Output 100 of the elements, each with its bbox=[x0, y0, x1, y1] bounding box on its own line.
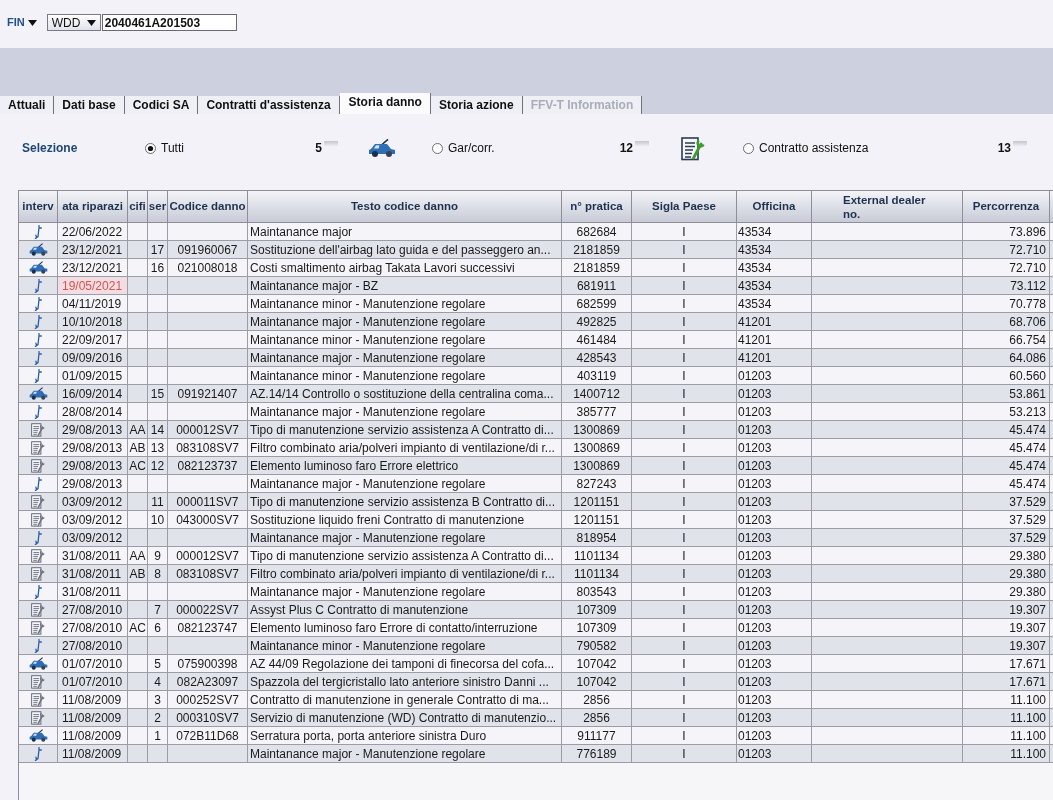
column-header[interactable]: interv bbox=[19, 191, 58, 222]
radio-option[interactable]: Gar/corr. bbox=[432, 139, 495, 157]
table-cell: 385777 bbox=[562, 403, 632, 420]
table-cell: 43534 bbox=[737, 277, 812, 294]
document-wrench-icon bbox=[31, 440, 45, 455]
column-header[interactable]: cifi bbox=[128, 191, 148, 222]
tool-icon bbox=[34, 476, 42, 491]
table-row[interactable]: 27/08/2010 Maintanance minor - Manutenzione regolare 790582 I 01203 19.307 bbox=[19, 637, 1053, 655]
table-row[interactable]: 31/08/2011 AA 9 000012SV7 Tipo di manutenzione servizio assistenza A Contratto di... 1101134 I 01203 29.380 bbox=[19, 547, 1053, 565]
tab[interactable]: Codici SA bbox=[124, 96, 199, 114]
table-cell: 60.560 bbox=[963, 367, 1050, 384]
table-cell: 11.100 bbox=[963, 691, 1050, 708]
prefix-select[interactable]: WDD bbox=[46, 14, 101, 31]
radio-option[interactable]: Contratto assistenza bbox=[743, 139, 869, 157]
table-cell: 043000SV7 bbox=[168, 511, 248, 528]
table-cell: 11.100 bbox=[963, 709, 1050, 726]
id-type-dropdown[interactable]: FIN bbox=[7, 14, 37, 31]
column-header[interactable]: ata riparazi bbox=[58, 191, 128, 222]
tab[interactable]: Storia azione bbox=[430, 96, 523, 114]
table-row[interactable]: 03/09/2012 11 000011SV7 Tipo di manutenzione servizio assistenza B Contratto di... 1201151 I 01203 37.529 bbox=[19, 493, 1053, 511]
table-row[interactable]: 11/08/2009 3 000252SV7 Contratto di manutenzione in generale Contratto di ma... 2856 I 01203 11.100 bbox=[19, 691, 1053, 709]
tab[interactable]: Attuali bbox=[0, 96, 55, 114]
table-row[interactable]: 03/09/2012 Maintanance major - Manutenzione regolare 818954 I 01203 37.529 bbox=[19, 529, 1053, 547]
table-row[interactable]: 22/09/2017 Maintanance minor - Manutenzione regolare 461484 I 41201 66.754 bbox=[19, 331, 1053, 349]
table-cell: 19.307 bbox=[963, 637, 1050, 654]
table-cell: Maintanance major - Manutenzione regolare bbox=[248, 583, 562, 600]
document-wrench-icon bbox=[31, 710, 45, 725]
table-cell: I bbox=[632, 511, 737, 528]
document-wrench-icon bbox=[31, 602, 45, 617]
table-cell: 1101134 bbox=[562, 547, 632, 564]
table-row[interactable]: 19/05/2021 Maintanance major - BZ 681911 I 43534 73.112 bbox=[19, 277, 1053, 295]
table-cell: I bbox=[632, 601, 737, 618]
vin-input-field[interactable]: 2040461A201503 bbox=[101, 14, 237, 31]
column-header[interactable]: Testo codice danno bbox=[248, 191, 562, 222]
table-row[interactable]: 31/08/2011 AB 8 083108SV7 Filtro combinato aria/polveri impianto di ventilazione/di r... 1101134 I 01203 29.380 bbox=[19, 565, 1053, 583]
table-cell: 403119 bbox=[562, 367, 632, 384]
table-row[interactable]: 29/08/2013 AC 12 082123737 Elemento luminoso faro Errore elettrico 1300869 I 01203 45.474 bbox=[19, 457, 1053, 475]
table-row[interactable]: 11/08/2009 1 072B11D68 Serratura porta, porta anteriore sinistra Duro 911177 I 01203 11.100 bbox=[19, 727, 1053, 745]
column-header[interactable]: Codice danno bbox=[168, 191, 248, 222]
caret-icon bbox=[86, 19, 96, 26]
table-row[interactable]: 09/09/2016 Maintanance major - Manutenzione regolare 428543 I 41201 64.086 bbox=[19, 349, 1053, 367]
table-row[interactable]: 03/09/2012 10 043000SV7 Sostituzione liquido freni Contratto di manutenzione 1201151 I 01203 37.529 bbox=[19, 511, 1053, 529]
table-row[interactable]: 29/08/2013 AB 13 083108SV7 Filtro combinato aria/polveri impianto di ventilazione/di r... 1300869 I 01203 45.474 bbox=[19, 439, 1053, 457]
table-row[interactable]: 31/08/2011 Maintanance major - Manutenzione regolare 803543 I 01203 29.380 bbox=[19, 583, 1053, 601]
table-cell: 41201 bbox=[737, 349, 812, 366]
table-row[interactable]: 01/07/2010 5 075900398 AZ 44/09 Regolazione dei tamponi di finecorsa del cofa... 107042 I 01203 17.671 bbox=[19, 655, 1053, 673]
table-row[interactable]: 11/08/2009 2 000310SV7 Servizio di manutenzione (WD) Contratto di manutenzio... 2856 I 01203 11.100 bbox=[19, 709, 1053, 727]
date-cell: 04/11/2019 bbox=[58, 295, 128, 312]
table-row[interactable]: 27/08/2010 7 000022SV7 Assyst Plus C Contratto di manutenzione 107309 I 01203 19.307 bbox=[19, 601, 1053, 619]
table-row[interactable]: 01/07/2010 4 082A23097 Spazzola del tergicristallo lato anteriore sinistro Danni ... 107042 I 01203 17.671 bbox=[19, 673, 1053, 691]
table-cell: 827243 bbox=[562, 475, 632, 492]
date-cell: 29/08/2013 bbox=[58, 421, 128, 438]
date-cell: 10/10/2018 bbox=[58, 313, 128, 330]
table-row[interactable]: 23/12/2021 17 091960067 Sostituzione dell'airbag lato guida e del passeggero an... 2181859 I 43534 72.710 bbox=[19, 241, 1053, 259]
date-cell: 03/09/2012 bbox=[58, 511, 128, 528]
tab[interactable]: Dati base bbox=[54, 96, 125, 114]
table-row[interactable]: 22/06/2022 Maintanance major 682684 I 43534 73.896 bbox=[19, 223, 1053, 241]
radio-option[interactable]: Tutti bbox=[145, 139, 184, 157]
tool-icon bbox=[34, 584, 42, 599]
table-cell: AB bbox=[128, 439, 148, 456]
column-header[interactable]: Sigla Paese bbox=[632, 191, 737, 222]
table-cell: 66.754 bbox=[963, 331, 1050, 348]
table-row[interactable]: 28/08/2014 Maintanance major - Manutenzione regolare 385777 I 01203 53.213 bbox=[19, 403, 1053, 421]
table-row[interactable]: 10/10/2018 Maintanance major - Manutenzione regolare 492825 I 41201 68.706 bbox=[19, 313, 1053, 331]
table-row[interactable]: 27/08/2010 AC 6 082123747 Elemento luminoso faro Errore di contatto/interruzione 107309 I 01203 19.307 bbox=[19, 619, 1053, 637]
column-header[interactable]: External dealer no. bbox=[812, 191, 963, 222]
table-row[interactable]: 04/11/2019 Maintanance minor - Manutenzione regolare 682599 I 43534 70.778 bbox=[19, 295, 1053, 313]
table-cell: Maintanance minor - Manutenzione regolare bbox=[248, 295, 562, 312]
table-cell: 11.100 bbox=[963, 727, 1050, 744]
table-cell: 53.861 bbox=[963, 385, 1050, 402]
table-cell: 37.529 bbox=[963, 493, 1050, 510]
document-wrench-icon bbox=[31, 512, 45, 527]
column-header[interactable]: Officina bbox=[737, 191, 812, 222]
tab[interactable]: Contratti d'assistenza bbox=[198, 96, 340, 114]
table-cell: 29.380 bbox=[963, 565, 1050, 582]
table-cell: I bbox=[632, 385, 737, 402]
table-row[interactable]: 23/12/2021 16 021008018 Costi smaltimento airbag Takata Lavori successivi 2181859 I 43534 72.710 bbox=[19, 259, 1053, 277]
column-header[interactable]: Percorrenza bbox=[963, 191, 1050, 222]
date-cell: 22/06/2022 bbox=[58, 223, 128, 240]
table-row[interactable]: 16/09/2014 15 091921407 AZ.14/14 Controllo o sostituzione della centralina coma... 1400712 I 01203 53.861 bbox=[19, 385, 1053, 403]
table-cell: 021008018 bbox=[168, 259, 248, 276]
table-cell: 091921407 bbox=[168, 385, 248, 402]
tool-icon bbox=[34, 332, 42, 347]
table-row[interactable]: 29/08/2013 AA 14 000012SV7 Tipo di manutenzione servizio assistenza A Contratto di... 1300869 I 01203 45.474 bbox=[19, 421, 1053, 439]
table-cell: Maintanance minor - Manutenzione regolare bbox=[248, 367, 562, 384]
table-cell: 083108SV7 bbox=[168, 439, 248, 456]
table-cell: Costi smaltimento airbag Takata Lavori successivi bbox=[248, 259, 562, 276]
date-cell: 29/08/2013 bbox=[58, 475, 128, 492]
tab[interactable]: Storia danno bbox=[339, 93, 431, 114]
car-icon bbox=[28, 261, 48, 274]
table-cell: 803543 bbox=[562, 583, 632, 600]
table-row[interactable]: 11/08/2009 Maintanance major - Manutenzione regolare 776189 I 01203 11.100 bbox=[19, 745, 1053, 763]
table-cell: I bbox=[632, 673, 737, 690]
date-cell: 01/07/2010 bbox=[58, 673, 128, 690]
table-cell: AA bbox=[128, 421, 148, 438]
column-header[interactable]: n° pratica bbox=[562, 191, 632, 222]
date-cell: 11/08/2009 bbox=[58, 745, 128, 762]
table-row[interactable]: 29/08/2013 Maintanance major - Manutenzione regolare 827243 I 01203 45.474 bbox=[19, 475, 1053, 493]
table-row[interactable]: 01/09/2015 Maintanance minor - Manutenzione regolare 403119 I 01203 60.560 bbox=[19, 367, 1053, 385]
column-header[interactable]: ser bbox=[148, 191, 168, 222]
